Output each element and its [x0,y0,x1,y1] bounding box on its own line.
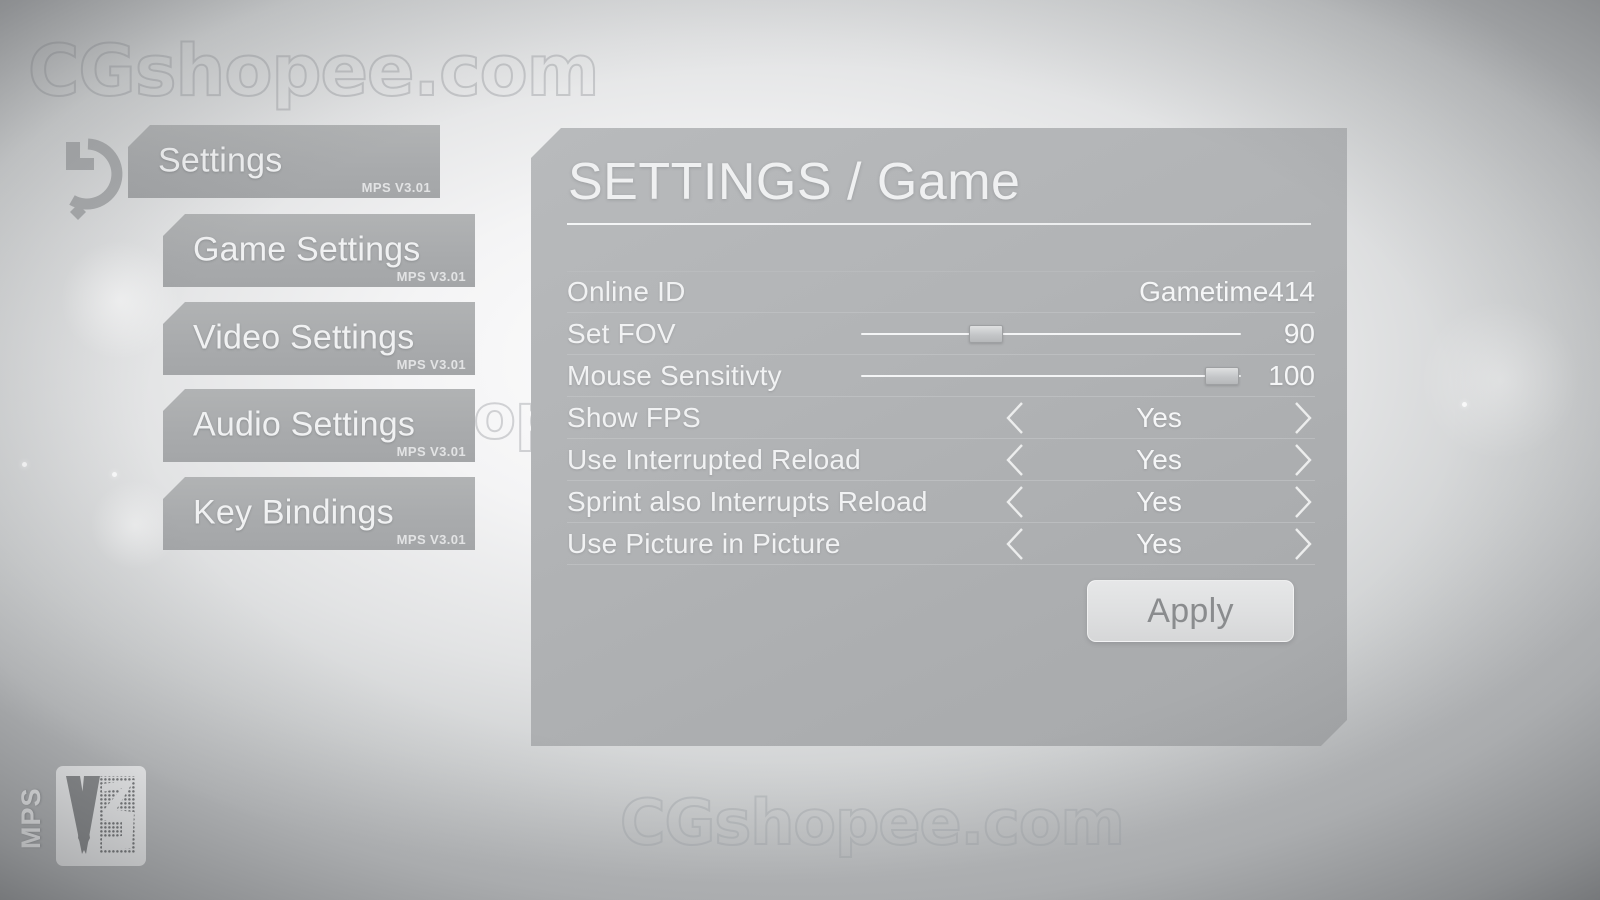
sidebar-item-version: MPS V3.01 [396,269,466,284]
apply-button[interactable]: Apply [1087,580,1294,642]
chevron-right-icon[interactable] [1289,527,1315,561]
page-title: SETTINGS / Game [568,153,1021,211]
setting-row-use-interrupted-reload: Use Interrupted Reload Yes [567,439,1315,481]
setting-label: Set FOV [567,317,676,349]
setting-row-mouse-sensitivity: Mouse Sensitivty 100 [567,355,1315,397]
sidebar-item-video-settings[interactable]: Video Settings MPS V3.01 [163,302,475,375]
mps-logo: MPS [14,766,146,868]
sidebar-item-settings[interactable]: Settings MPS V3.01 [128,125,440,198]
logo-badge [56,766,146,866]
title-divider [567,223,1311,225]
setting-value: Gametime414 [1139,276,1315,307]
sidebar-item-version: MPS V3.01 [361,180,431,195]
setting-row-online-id: Online ID Gametime414 [567,271,1315,313]
sidebar-item-label: Game Settings [193,230,421,269]
setting-label: Online ID [567,276,686,307]
setting-row-show-fps: Show FPS Yes [567,397,1315,439]
fov-slider[interactable] [861,319,1241,349]
chevron-left-icon[interactable] [1003,485,1029,519]
slider-track [861,375,1241,377]
chevron-left-icon[interactable] [1003,401,1029,435]
setting-row-use-picture-in-picture: Use Picture in Picture Yes [567,523,1315,565]
apply-button-label: Apply [1147,591,1234,630]
slider-handle[interactable] [969,325,1003,343]
sidebar-item-version: MPS V3.01 [396,532,466,547]
setting-label: Use Picture in Picture [567,527,841,559]
settings-panel: SETTINGS / Game Online ID Gametime414 Se… [531,128,1347,746]
sidebar-item-version: MPS V3.01 [396,444,466,459]
slider-track [861,333,1241,335]
setting-label: Use Interrupted Reload [567,443,861,475]
sprint-interrupts-reload-selector: Yes [1003,481,1315,523]
sidebar-item-audio-settings[interactable]: Audio Settings MPS V3.01 [163,389,475,462]
sidebar: Settings MPS V3.01 Game Settings MPS V3.… [0,0,500,900]
chevron-left-icon[interactable] [1003,443,1029,477]
light-speck [1462,402,1467,407]
v3-badge-icon [58,768,144,864]
show-fps-selector: Yes [1003,397,1315,439]
chevron-right-icon[interactable] [1289,485,1315,519]
sidebar-item-version: MPS V3.01 [396,357,466,372]
sidebar-item-label: Settings [158,141,283,180]
sidebar-item-label: Key Bindings [193,493,394,532]
use-interrupted-reload-selector: Yes [1003,439,1315,481]
use-picture-in-picture-selector: Yes [1003,523,1315,565]
sidebar-item-label: Video Settings [193,318,415,357]
sidebar-item-key-bindings[interactable]: Key Bindings MPS V3.01 [163,477,475,550]
sidebar-item-game-settings[interactable]: Game Settings MPS V3.01 [163,214,475,287]
setting-row-set-fov: Set FOV 90 [567,313,1315,355]
logo-brand-text: MPS [16,787,46,849]
chevron-right-icon[interactable] [1289,443,1315,477]
light-bloom [1420,300,1580,460]
slider-handle[interactable] [1205,367,1239,385]
setting-value: 90 [1283,317,1315,349]
chevron-right-icon[interactable] [1289,401,1315,435]
setting-value: Yes [1136,485,1182,517]
game-settings-screen: CGshopee.com CGshopee.com CGshopee.com S… [0,0,1600,900]
setting-value: 100 [1268,359,1315,391]
setting-row-sprint-interrupts-reload: Sprint also Interrupts Reload Yes [567,481,1315,523]
chevron-left-icon[interactable] [1003,527,1029,561]
setting-value: Yes [1136,443,1182,475]
settings-rows: Online ID Gametime414 Set FOV 90 Mouse S… [567,271,1315,565]
mouse-sensitivity-slider[interactable] [861,361,1241,391]
sidebar-item-label: Audio Settings [193,405,416,444]
setting-label: Show FPS [567,401,701,433]
setting-value: Yes [1136,527,1182,559]
watermark-bottom: CGshopee.com [619,785,1126,860]
setting-value: Yes [1136,401,1182,433]
setting-label: Sprint also Interrupts Reload [567,485,928,517]
setting-label: Mouse Sensitivty [567,359,782,391]
